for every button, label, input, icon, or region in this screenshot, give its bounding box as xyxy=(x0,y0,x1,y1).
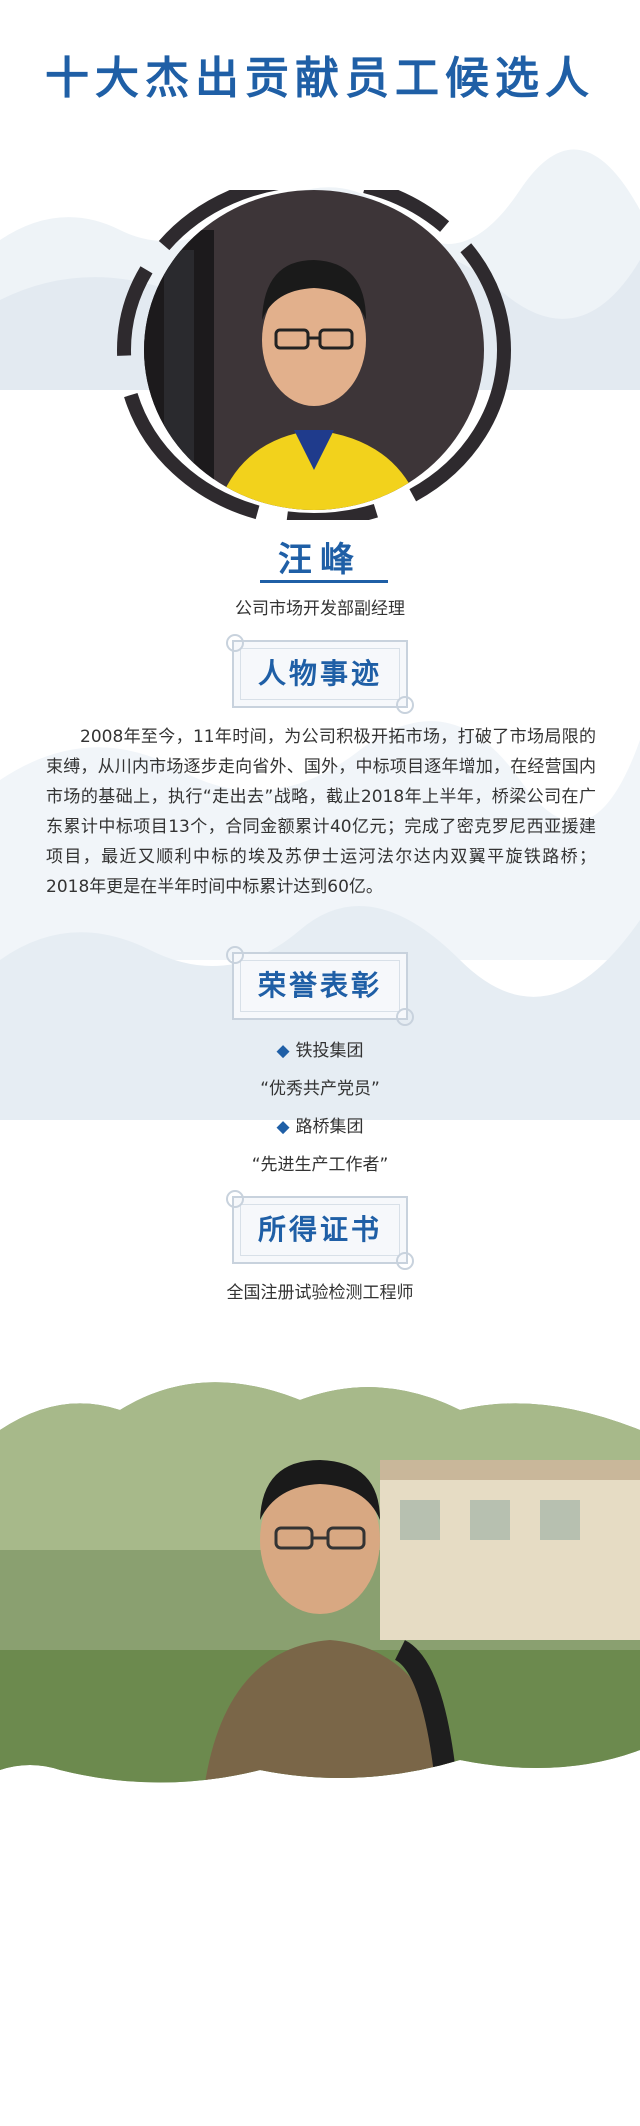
honors-heading-label: 荣誉表彰 xyxy=(257,969,382,1002)
honor-org-1: ◆ 铁投集团 xyxy=(276,1041,364,1061)
honor-award-1: “优秀共产党员” xyxy=(260,1079,380,1099)
section-heading-certificate: 所得证书 xyxy=(226,1190,414,1270)
candidate-outdoor-photo xyxy=(0,1382,640,1783)
story-text: 2008年至今，11年时间，为公司积极开拓市场，打破了市场局限的束缚，从川内市场… xyxy=(46,727,596,897)
honor-award-2: “先进生产工作者” xyxy=(251,1155,389,1175)
page-title: 十大杰出贡献员工候选人 xyxy=(45,53,595,104)
certificate-text: 全国注册试验检测工程师 xyxy=(226,1283,414,1303)
certificate-heading-label: 所得证书 xyxy=(257,1213,382,1246)
story-heading-label: 人物事迹 xyxy=(257,657,382,690)
diamond-icon: ◆ xyxy=(276,1117,290,1137)
candidate-name: 汪峰 xyxy=(278,540,362,580)
honor-org-2: ◆ 路桥集团 xyxy=(276,1117,364,1137)
section-heading-honors: 荣誉表彰 xyxy=(226,946,414,1026)
candidate-portrait xyxy=(117,190,511,520)
name-underline xyxy=(260,580,388,583)
candidate-position: 公司市场开发部副经理 xyxy=(235,599,405,619)
section-heading-story: 人物事迹 xyxy=(226,634,414,714)
diamond-icon: ◆ xyxy=(276,1041,290,1061)
